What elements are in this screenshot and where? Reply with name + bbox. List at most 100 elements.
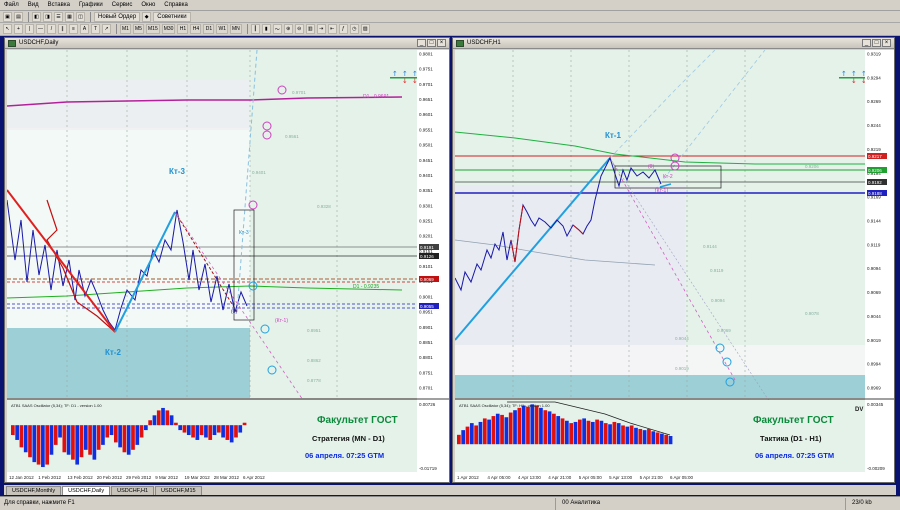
svg-text:↑: ↑ [841, 70, 847, 78]
meta-editor-icon[interactable]: ◆ [142, 11, 152, 22]
cursor-icon[interactable]: ↖ [3, 24, 12, 34]
period-m30-button[interactable]: M30 [161, 24, 176, 34]
line-chart-icon[interactable]: 〜 [272, 24, 282, 34]
oscillator-bar [655, 432, 660, 445]
oscillator-label: ATB1 SAAS Oscillator (5,34); TF: D1 - ve… [11, 403, 102, 408]
svg-text:0.8778: 0.8778 [307, 378, 321, 383]
autoscroll-icon[interactable]: ⇥ [316, 24, 326, 34]
chart-shift-icon[interactable]: ⇤ [327, 24, 337, 34]
close-icon[interactable]: × [437, 39, 446, 47]
menu-help[interactable]: Справка [164, 2, 188, 8]
oscillator-bar [629, 425, 634, 445]
dv-label: DV [855, 407, 863, 413]
date-tick: 28 Mar 2012 [214, 475, 240, 480]
period-h1-button[interactable]: H1 [177, 24, 189, 34]
price-tick: 0.9251 [419, 219, 433, 224]
advisors-button[interactable]: Советники [153, 11, 191, 22]
osc-tick-bottom: -0.00209 [867, 466, 885, 471]
oscillator-bar [612, 421, 617, 445]
terminal-icon[interactable]: ▦ [65, 11, 74, 22]
oscillator-bar [216, 425, 221, 433]
zoom-in-icon[interactable]: ⊕ [283, 24, 293, 34]
oscillator-bar [668, 436, 673, 445]
label-icon[interactable]: T [91, 24, 100, 34]
new-chart-icon[interactable]: ▣ [3, 11, 12, 22]
period-m1-button[interactable]: M1 [120, 24, 131, 34]
trendline-icon[interactable]: / [47, 24, 56, 34]
fibonacci-icon[interactable]: ≡ [69, 24, 78, 34]
toolbar-divider [246, 24, 248, 34]
tab-usdchf-h1[interactable]: USDCHF,H1 [111, 486, 155, 495]
oscillator-bar [603, 423, 608, 445]
menu-insert[interactable]: Вставка [48, 2, 70, 8]
maximize-icon[interactable]: □ [427, 39, 436, 47]
profiles-icon[interactable]: ▤ [14, 11, 23, 22]
menu-view[interactable]: Вид [28, 2, 39, 8]
maximize-icon[interactable]: □ [872, 39, 881, 47]
bar-chart-icon[interactable]: ┃ [250, 24, 260, 34]
price-tick: 0.9301 [419, 203, 433, 208]
zoom-out-icon[interactable]: ⊖ [294, 24, 304, 34]
indicators-icon[interactable]: ƒ [338, 24, 348, 34]
navigator-icon[interactable]: ☰ [54, 11, 63, 22]
arrow-icon[interactable]: ↗ [102, 24, 111, 34]
market-watch-icon[interactable]: ◧ [32, 11, 41, 22]
price-tick: 0.9094 [867, 266, 881, 271]
horizontal-line-icon[interactable]: — [36, 24, 45, 34]
oscillator-bar [565, 420, 569, 445]
kt2-small-label: Кт-2 [663, 174, 673, 180]
new-order-button[interactable]: Новый Ордер [94, 11, 141, 22]
minimize-icon[interactable]: _ [862, 39, 871, 47]
close-icon[interactable]: × [882, 39, 891, 47]
period-mn-button[interactable]: MN [229, 24, 242, 34]
price-zone-upper [7, 80, 250, 130]
date-tick: 29 Feb 2012 [126, 475, 152, 480]
data-window-icon[interactable]: ◨ [43, 11, 52, 22]
channel-icon[interactable]: ∥ [58, 24, 67, 34]
minimize-icon[interactable]: _ [417, 39, 426, 47]
oscillator-bar [608, 424, 612, 445]
h1-chart-svg[interactable]: 0.9144 0.9119 0.9094 0.9069 0.9044 0.9019 0… [455, 50, 894, 482]
h1-chart-area[interactable]: 0.9144 0.9119 0.9094 0.9069 0.9044 0.9019 0… [455, 50, 894, 482]
daily-chart-area[interactable]: 0.9701 0.9561 0.9401 0.9328 0.8951 0.8862 0.… [7, 50, 449, 482]
tab-usdchf-m15[interactable]: USDCHF,M15 [155, 486, 202, 495]
oscillator-bar [238, 425, 243, 433]
oscillator-bar [144, 425, 148, 431]
tester-icon[interactable]: ◫ [76, 11, 85, 22]
candle-chart-icon[interactable]: ▮ [261, 24, 271, 34]
svg-text:0.9078: 0.9078 [805, 311, 819, 316]
chart-window-titlebar[interactable]: USDCHF,Daily _ □ × [5, 38, 449, 49]
price-tick: 0.9269 [867, 99, 881, 104]
oscillator-bar [634, 427, 638, 445]
text-icon[interactable]: A [80, 24, 89, 34]
tile-windows-icon[interactable]: ▥ [305, 24, 315, 34]
oscillator-bar [105, 425, 110, 438]
templates-icon[interactable]: ▧ [360, 24, 370, 34]
periodicity-icon[interactable]: ◷ [349, 24, 359, 34]
zero-label: (0) [648, 164, 654, 170]
tab-usdchf-monthly[interactable]: USDCHF,Monthly [6, 486, 62, 495]
tab-usdchf-daily[interactable]: USDCHF,Daily [62, 486, 111, 495]
crosshair-icon[interactable]: + [14, 24, 23, 34]
price-badge: 0.9069 [420, 277, 434, 282]
price-tick: 0.9219 [867, 147, 881, 152]
period-w1-button[interactable]: W1 [216, 24, 228, 34]
period-d1-button[interactable]: D1 [203, 24, 215, 34]
menu-charts[interactable]: Графики [79, 2, 103, 8]
main-toolbar: ▣ ▤ ◧ ◨ ☰ ▦ ◫ Новый Ордер ◆ Советники [0, 11, 900, 23]
daily-chart-svg[interactable]: 0.9701 0.9561 0.9401 0.9328 0.8951 0.8862 0.… [7, 50, 449, 482]
menu-tools[interactable]: Сервис [112, 2, 133, 8]
menu-window[interactable]: Окно [141, 2, 155, 8]
period-h4-button[interactable]: H4 [190, 24, 202, 34]
oscillator-bar [131, 425, 135, 450]
chart-window-h1[interactable]: USDCHF,H1 _ □ × 0.9144 0.9119 0.9094 0.9… [452, 37, 895, 483]
price-zone-cyan [455, 375, 865, 398]
menu-file[interactable]: Файл [4, 2, 19, 8]
date-tick: 4 Apr 21:00 [548, 475, 572, 480]
chart-window-titlebar[interactable]: USDCHF,H1 _ □ × [453, 38, 894, 49]
chart-window-daily[interactable]: USDCHF,Daily _ □ × 0.9701 0.9561 0.9401 … [4, 37, 450, 483]
period-m5-button[interactable]: M5 [133, 24, 144, 34]
vertical-line-icon[interactable]: | [25, 24, 34, 34]
period-m15-button[interactable]: M15 [146, 24, 160, 34]
price-tick: 0.8901 [419, 325, 433, 330]
